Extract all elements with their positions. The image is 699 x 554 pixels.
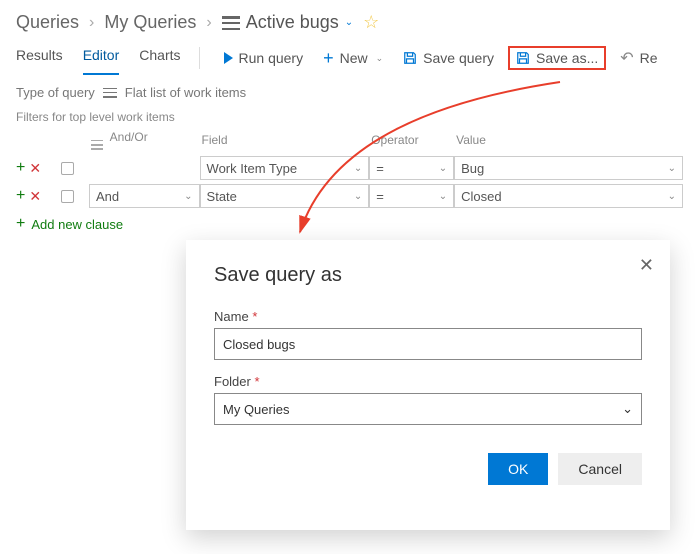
row-checkbox[interactable] [61, 162, 74, 175]
breadcrumb-current[interactable]: Active bugs ⌄ [222, 12, 353, 33]
play-icon [224, 52, 233, 64]
filters-table: And/Or Field Operator Value + ✕ Work Ite… [0, 126, 699, 238]
folder-select[interactable]: My Queries ⌄ [214, 393, 642, 425]
add-clause-label: Add new clause [31, 217, 123, 232]
add-row-icon[interactable]: + [16, 160, 25, 176]
name-label: Name * [214, 309, 642, 324]
undo-button[interactable]: ↶ Re [614, 44, 663, 72]
group-icon [91, 140, 103, 150]
field-select[interactable]: State⌄ [200, 184, 370, 208]
chevron-down-icon: ⌄ [184, 191, 192, 202]
breadcrumb-my-queries[interactable]: My Queries [104, 12, 196, 33]
run-query-button[interactable]: Run query [218, 46, 310, 70]
operator-select[interactable]: =⌄ [369, 156, 454, 180]
folder-label: Folder * [214, 374, 642, 389]
chevron-down-icon: ⌄ [668, 191, 676, 202]
tabs: Results Editor Charts [16, 41, 181, 75]
run-label: Run query [239, 50, 304, 66]
row-checkbox[interactable] [61, 190, 74, 203]
col-value: Value [454, 133, 683, 147]
saveas-label: Save as... [536, 50, 598, 66]
value-select[interactable]: Bug⌄ [454, 156, 683, 180]
save-icon [403, 51, 417, 65]
col-field: Field [200, 133, 370, 147]
chevron-down-icon: ⌄ [376, 53, 384, 64]
field-select[interactable]: Work Item Type⌄ [200, 156, 370, 180]
tab-results[interactable]: Results [16, 41, 63, 75]
andor-select[interactable]: And⌄ [89, 184, 200, 208]
topbar: Results Editor Charts Run query + New ⌄ … [0, 41, 699, 75]
new-label: New [340, 50, 368, 66]
breadcrumb-title: Active bugs [246, 12, 339, 33]
chevron-down-icon: ⌄ [439, 163, 447, 174]
query-type-row: Type of query Flat list of work items [0, 75, 699, 106]
undo-label: Re [640, 50, 658, 66]
query-type-label: Type of query [16, 85, 95, 100]
col-andor: And/Or [110, 130, 148, 144]
chevron-down-icon: ⌄ [622, 401, 633, 417]
undo-icon: ↶ [620, 48, 633, 68]
chevron-down-icon: ⌄ [354, 191, 362, 202]
add-clause-button[interactable]: + Add new clause [16, 210, 683, 238]
tab-editor[interactable]: Editor [83, 41, 120, 75]
close-icon[interactable]: ✕ [639, 256, 654, 274]
chevron-down-icon[interactable]: ⌄ [345, 17, 353, 28]
chevron-right-icon: › [206, 14, 211, 32]
breadcrumb: Queries › My Queries › Active bugs ⌄ ☆ [0, 0, 699, 41]
save-label: Save query [423, 50, 494, 66]
filter-row: + ✕ And⌄ State⌄ =⌄ Closed⌄ [16, 182, 683, 210]
filters-header-row: And/Or Field Operator Value [16, 126, 683, 154]
save-as-button[interactable]: Save as... [508, 46, 606, 70]
breadcrumb-root[interactable]: Queries [16, 12, 79, 33]
ok-button[interactable]: OK [488, 453, 548, 485]
name-field[interactable] [214, 328, 642, 360]
separator [199, 47, 200, 69]
query-type-value[interactable]: Flat list of work items [125, 85, 246, 100]
delete-row-icon[interactable]: ✕ [29, 161, 41, 175]
save-as-icon [516, 51, 530, 65]
chevron-down-icon: ⌄ [668, 163, 676, 174]
chevron-right-icon: › [89, 14, 94, 32]
save-query-button[interactable]: Save query [397, 46, 500, 70]
chevron-down-icon: ⌄ [439, 191, 447, 202]
plus-icon: + [16, 216, 25, 232]
col-operator: Operator [369, 133, 454, 147]
chevron-down-icon: ⌄ [354, 163, 362, 174]
operator-select[interactable]: =⌄ [369, 184, 454, 208]
add-row-icon[interactable]: + [16, 188, 25, 204]
folder-value: My Queries [223, 402, 289, 417]
filters-heading: Filters for top level work items [0, 106, 699, 126]
cancel-button[interactable]: Cancel [558, 453, 642, 485]
filter-row: + ✕ Work Item Type⌄ =⌄ Bug⌄ [16, 154, 683, 182]
new-button[interactable]: + New ⌄ [317, 45, 389, 71]
star-icon[interactable]: ☆ [363, 12, 379, 33]
dialog-title: Save query as [214, 264, 642, 287]
tab-charts[interactable]: Charts [139, 41, 180, 75]
list-icon [222, 16, 240, 30]
flat-list-icon [103, 88, 117, 98]
plus-icon: + [323, 49, 334, 67]
save-as-dialog: ✕ Save query as Name * Folder * My Queri… [186, 240, 670, 530]
value-select[interactable]: Closed⌄ [454, 184, 683, 208]
delete-row-icon[interactable]: ✕ [29, 189, 41, 203]
